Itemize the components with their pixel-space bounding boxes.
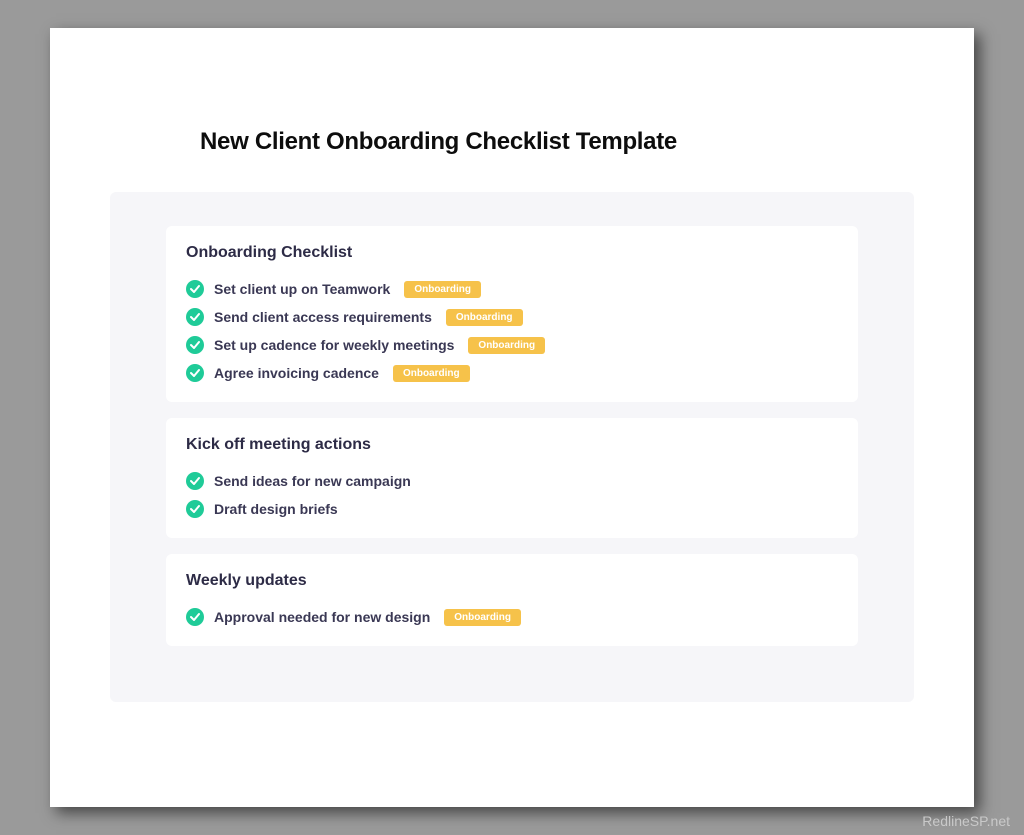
tag-onboarding: Onboarding [446,309,523,326]
tag-onboarding: Onboarding [393,365,470,382]
watermark: RedlineSP.net [922,813,1010,829]
list-item[interactable]: Agree invoicing cadence Onboarding [186,364,838,382]
section-heading: Onboarding Checklist [186,244,838,262]
section-onboarding: Onboarding Checklist Set client up on Te… [166,226,858,402]
tag-onboarding: Onboarding [404,281,481,298]
document-page: New Client Onboarding Checklist Template… [50,28,974,807]
list-item[interactable]: Set client up on Teamwork Onboarding [186,280,838,298]
list-item[interactable]: Set up cadence for weekly meetings Onboa… [186,336,838,354]
item-label: Agree invoicing cadence [214,365,379,381]
section-heading: Weekly updates [186,572,838,590]
check-icon[interactable] [186,500,204,518]
check-icon[interactable] [186,280,204,298]
item-label: Send client access requirements [214,309,432,325]
check-icon[interactable] [186,472,204,490]
list-item[interactable]: Draft design briefs [186,500,838,518]
tag-onboarding: Onboarding [468,337,545,354]
section-heading: Kick off meeting actions [186,436,838,454]
section-weekly: Weekly updates Approval needed for new d… [166,554,858,646]
check-icon[interactable] [186,308,204,326]
check-icon[interactable] [186,608,204,626]
check-icon[interactable] [186,364,204,382]
item-label: Approval needed for new design [214,609,430,625]
item-label: Draft design briefs [214,501,338,517]
tag-onboarding: Onboarding [444,609,521,626]
section-kickoff: Kick off meeting actions Send ideas for … [166,418,858,538]
checklist-panel: Onboarding Checklist Set client up on Te… [110,192,914,702]
item-label: Send ideas for new campaign [214,473,411,489]
item-label: Set up cadence for weekly meetings [214,337,454,353]
list-item[interactable]: Send client access requirements Onboardi… [186,308,838,326]
page-title: New Client Onboarding Checklist Template [200,128,914,156]
item-label: Set client up on Teamwork [214,281,390,297]
list-item[interactable]: Approval needed for new design Onboardin… [186,608,838,626]
check-icon[interactable] [186,336,204,354]
list-item[interactable]: Send ideas for new campaign [186,472,838,490]
